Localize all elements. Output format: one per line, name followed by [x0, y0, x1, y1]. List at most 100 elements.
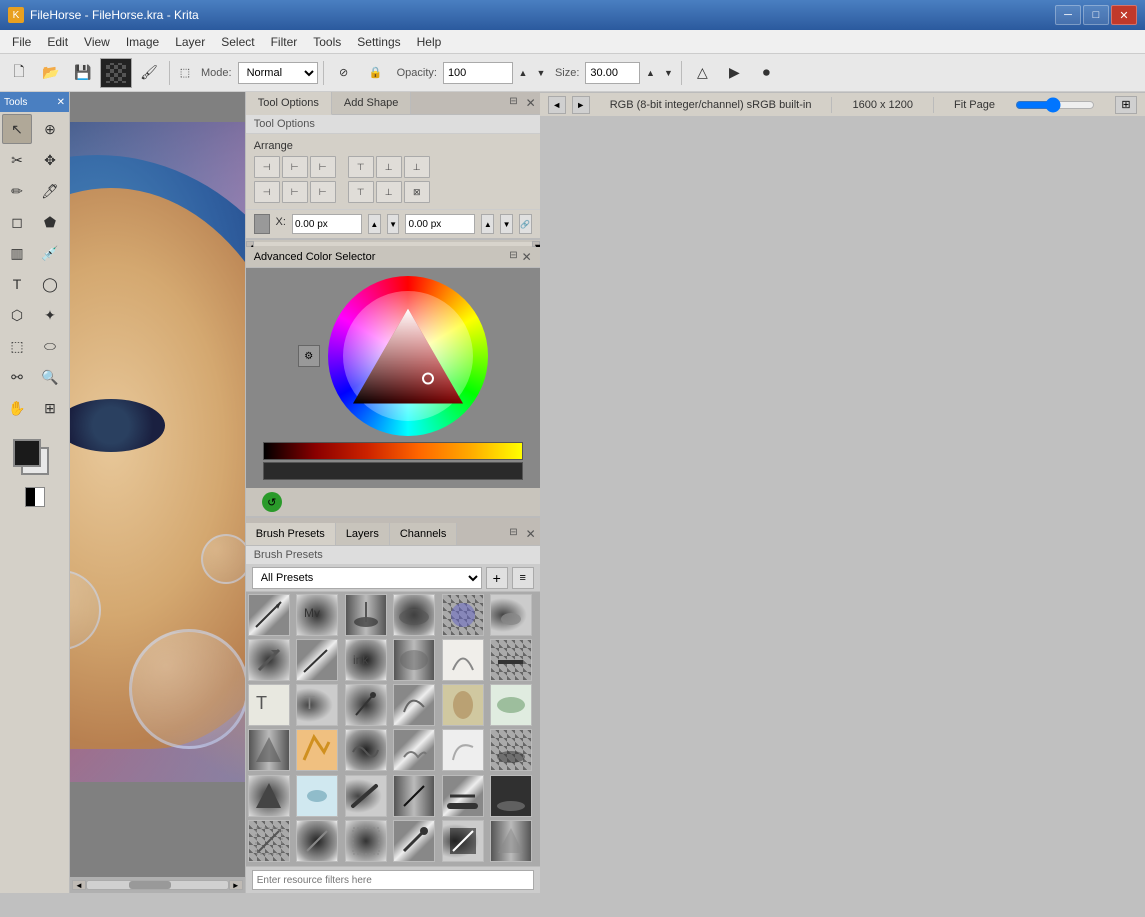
brush-preset-33[interactable]: [345, 820, 387, 862]
move-tool-btn[interactable]: ✥: [35, 145, 65, 175]
tab-layers[interactable]: Layers: [336, 523, 390, 545]
dist-bottom-btn[interactable]: ⊥: [376, 181, 402, 203]
gradient-tool-btn[interactable]: ▥: [2, 238, 32, 268]
size-input[interactable]: [585, 62, 640, 84]
hscroll-track[interactable]: [86, 880, 229, 890]
rect-selection-btn[interactable]: ⬚: [2, 331, 32, 361]
y-spinup[interactable]: ▲: [481, 214, 494, 234]
zoom-tool-btn[interactable]: 🔍: [35, 362, 65, 392]
play-button[interactable]: ▶: [719, 58, 749, 88]
brush-preset-2[interactable]: Mv: [296, 594, 338, 636]
lock-aspect-btn[interactable]: 🔗: [519, 214, 532, 234]
brush-preset-18[interactable]: [490, 684, 532, 726]
blend-mode-dropdown[interactable]: Normal Multiply Screen Overlay: [238, 62, 318, 84]
hscroll-left-button[interactable]: ◄: [72, 880, 86, 890]
menu-help[interactable]: Help: [409, 33, 450, 51]
brush-preset-23[interactable]: [442, 729, 484, 771]
brush-preset-14[interactable]: T: [296, 684, 338, 726]
color-value-display[interactable]: [263, 462, 523, 480]
save-file-button[interactable]: 💾: [68, 58, 98, 88]
color-wheel[interactable]: [328, 276, 488, 436]
reset-opacity-button[interactable]: ⊘: [329, 58, 359, 88]
brush-preset-4[interactable]: [393, 594, 435, 636]
y-spindown[interactable]: ▼: [500, 214, 513, 234]
menu-tools[interactable]: Tools: [305, 33, 349, 51]
brush-preset-16[interactable]: [393, 684, 435, 726]
right-panel-scroll-up[interactable]: ▲: [246, 241, 254, 247]
panel-close-icon[interactable]: ✕: [522, 92, 540, 114]
menu-view[interactable]: View: [76, 33, 118, 51]
brush-preset-32[interactable]: [296, 820, 338, 862]
fit-page-button[interactable]: ⊞: [1115, 96, 1137, 114]
fill-tool-btn[interactable]: ⬟: [35, 207, 65, 237]
canvas-hscrollbar[interactable]: ◄ ►: [70, 877, 245, 893]
size-down[interactable]: ▼: [660, 58, 676, 88]
canvas-scroll[interactable]: ▲ ▼: [70, 92, 245, 877]
record-button[interactable]: ⏺: [751, 58, 781, 88]
brush-preset-22[interactable]: [393, 729, 435, 771]
brush-preset-1[interactable]: [248, 594, 290, 636]
align-center-v-btn[interactable]: ⊥: [376, 156, 402, 178]
color-settings-btn[interactable]: ⚙: [298, 345, 320, 367]
dist-center-btn[interactable]: ⊢: [282, 181, 308, 203]
dist-right-btn[interactable]: ⊢: [310, 181, 336, 203]
x-input[interactable]: [292, 214, 362, 234]
brush-preset-13[interactable]: T: [248, 684, 290, 726]
zoom-slider[interactable]: [1015, 97, 1095, 113]
align-left-btn[interactable]: ⊣: [254, 156, 280, 178]
brush-preset-6[interactable]: [490, 594, 532, 636]
menu-edit[interactable]: Edit: [39, 33, 76, 51]
menu-layer[interactable]: Layer: [167, 33, 213, 51]
align-top-btn[interactable]: ⊤: [348, 156, 374, 178]
opacity-input[interactable]: [443, 62, 513, 84]
align-right-btn[interactable]: ⊢: [310, 156, 336, 178]
ellipse-selection-btn[interactable]: ⬭: [35, 331, 65, 361]
refresh-color-btn[interactable]: ↺: [262, 492, 282, 512]
status-left-btn[interactable]: ◄: [548, 96, 566, 114]
color-picker-btn[interactable]: 💉: [35, 238, 65, 268]
brush-preset-25[interactable]: [248, 775, 290, 817]
shape-tool-btn[interactable]: ◯: [35, 269, 65, 299]
menu-file[interactable]: File: [4, 33, 39, 51]
minimize-button[interactable]: ─: [1055, 5, 1081, 25]
transform-tool-btn[interactable]: ⊕: [35, 114, 65, 144]
dist-top-btn[interactable]: ⊤: [348, 181, 374, 203]
brush-preset-21[interactable]: [345, 729, 387, 771]
brush-preset-3[interactable]: [345, 594, 387, 636]
brush-preset-30[interactable]: [490, 775, 532, 817]
brush-filter-input[interactable]: [252, 870, 534, 890]
opacity-up[interactable]: ▲: [515, 58, 531, 88]
align-bottom-btn[interactable]: ⊥: [404, 156, 430, 178]
brush-tool-btn[interactable]: ✏: [2, 176, 32, 206]
path-tool-btn[interactable]: ⬡: [2, 300, 32, 330]
brush-preset-35[interactable]: [442, 820, 484, 862]
grid-tool-btn[interactable]: ⊞: [35, 393, 65, 423]
reset-colors[interactable]: [25, 487, 45, 507]
right-panel-scroll-down[interactable]: ▼: [532, 241, 540, 247]
brush-preset-29[interactable]: [442, 775, 484, 817]
menu-filter[interactable]: Filter: [263, 33, 306, 51]
close-button[interactable]: ✕: [1111, 5, 1137, 25]
eraser-tool-btn[interactable]: ◻: [2, 207, 32, 237]
size-up[interactable]: ▲: [642, 58, 658, 88]
dist-left-btn[interactable]: ⊣: [254, 181, 280, 203]
brush-preset-10[interactable]: [393, 639, 435, 681]
status-right-btn[interactable]: ►: [572, 96, 590, 114]
brush-preset-12[interactable]: [490, 639, 532, 681]
brush-view-button[interactable]: ≡: [512, 567, 534, 589]
fg-bg-colors[interactable]: [13, 439, 57, 483]
brush-preset-7[interactable]: [248, 639, 290, 681]
brush-preset-34[interactable]: [393, 820, 435, 862]
brush-preset-8[interactable]: [296, 639, 338, 681]
calligraphy-tool-btn[interactable]: 🖊: [35, 176, 65, 206]
y-input[interactable]: [405, 214, 475, 234]
brush-close-icon[interactable]: ✕: [522, 523, 540, 545]
brush-preset-28[interactable]: [393, 775, 435, 817]
lock-alpha-button[interactable]: 🔒: [361, 58, 391, 88]
tab-add-shape[interactable]: Add Shape: [332, 92, 411, 114]
right-panel-scroll-track[interactable]: [254, 242, 532, 246]
dist-extra-btn[interactable]: ⊠: [404, 181, 430, 203]
brush-preset-27[interactable]: [345, 775, 387, 817]
brush-preset-19[interactable]: [248, 729, 290, 771]
pan-tool-btn[interactable]: ✋: [2, 393, 32, 423]
